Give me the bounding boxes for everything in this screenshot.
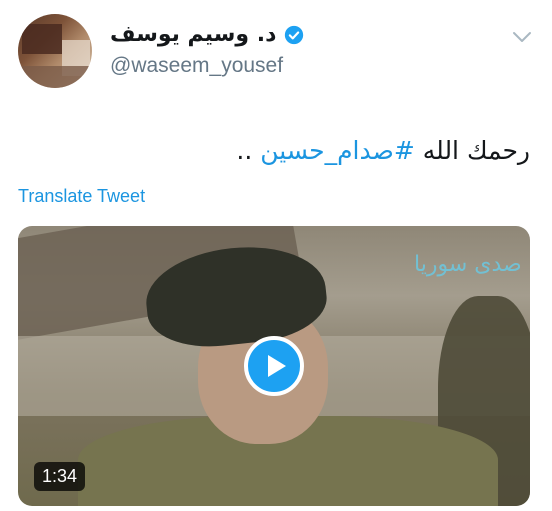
chevron-down-icon[interactable] [512, 30, 532, 44]
author-display-name[interactable]: د. وسيم يوسف [110, 22, 276, 47]
play-icon [267, 355, 286, 377]
video-duration-badge: 1:34 [34, 462, 86, 491]
play-button[interactable] [244, 336, 304, 396]
author-handle[interactable]: @waseem_yousef [110, 54, 283, 78]
hashtag-link[interactable]: #صدام_حسين [260, 136, 415, 165]
avatar-detail [22, 24, 62, 54]
author-name-row: د. وسيم يوسف [110, 22, 304, 47]
video-player[interactable]: صدى سوريا 1:34 [18, 226, 530, 506]
tweet: د. وسيم يوسف @waseem_yousef رحمك الله #ص… [0, 0, 552, 511]
tweet-text: رحمك الله #صدام_حسين .. [236, 136, 530, 165]
translate-tweet-link[interactable]: Translate Tweet [18, 186, 145, 207]
tweet-text-prefix: رحمك الله [414, 136, 530, 165]
video-watermark: صدى سوريا [414, 252, 522, 277]
verified-badge-icon [285, 25, 304, 44]
avatar[interactable] [18, 14, 92, 88]
avatar-detail [18, 66, 92, 88]
tweet-text-suffix: .. [236, 136, 261, 165]
